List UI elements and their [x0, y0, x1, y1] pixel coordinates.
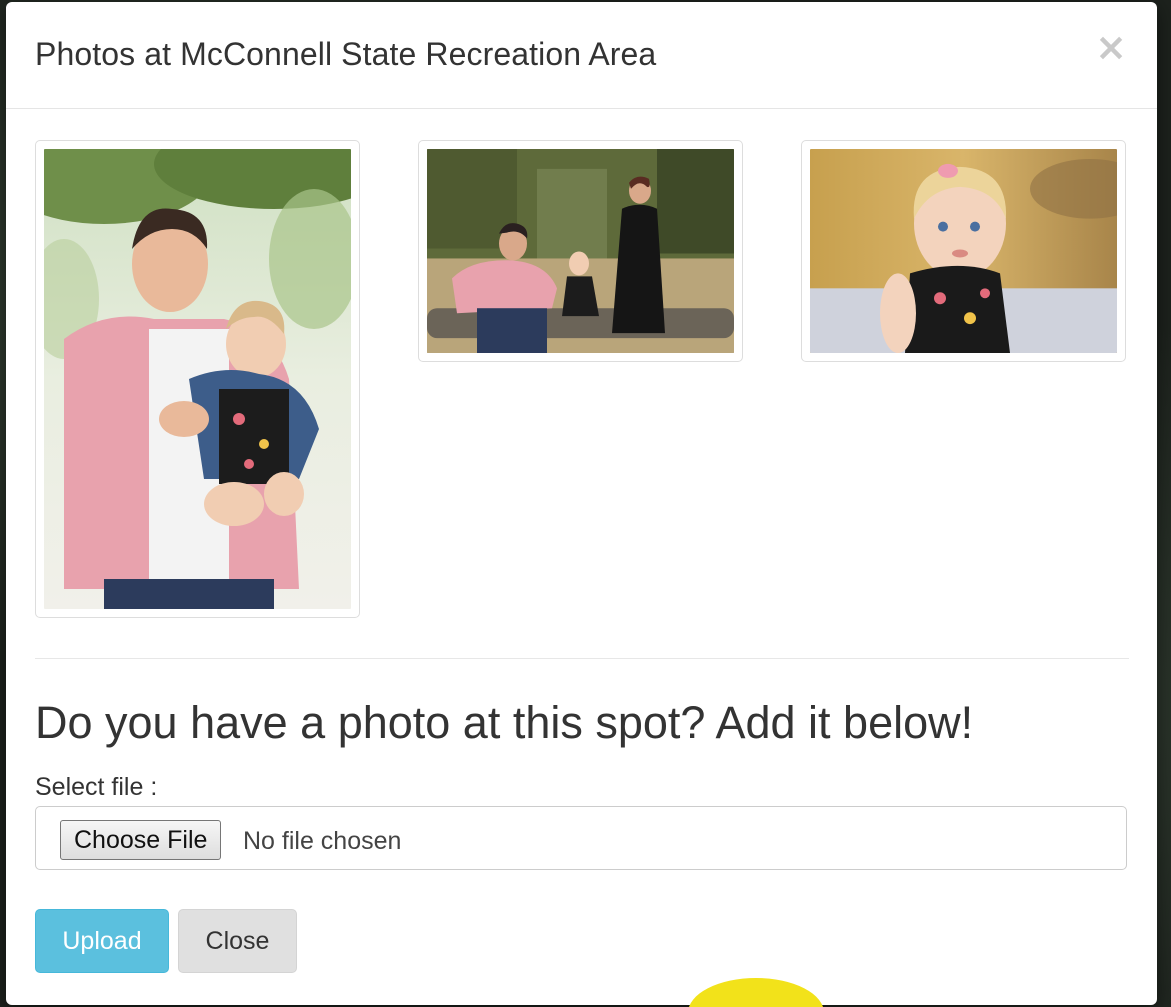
photo-image [810, 149, 1117, 353]
photos-modal: Photos at McConnell State Recreation Are… [6, 2, 1157, 1005]
close-button[interactable]: Close [178, 909, 297, 973]
section-divider [35, 658, 1129, 659]
select-file-label: Select file : [35, 773, 158, 801]
file-status-text: No file chosen [243, 827, 402, 855]
choose-file-button[interactable]: Choose File [60, 820, 222, 860]
photo-gallery [6, 109, 1157, 629]
upload-heading: Do you have a photo at this spot? Add it… [35, 697, 974, 748]
photo-image [427, 149, 734, 353]
modal-header: Photos at McConnell State Recreation Are… [6, 2, 1157, 109]
photo-image [44, 149, 351, 609]
close-icon[interactable]: × [1095, 28, 1127, 66]
photo-thumbnail[interactable] [418, 140, 743, 362]
upload-button[interactable]: Upload [35, 909, 169, 973]
photo-thumbnail[interactable] [801, 140, 1126, 362]
file-input-field[interactable]: Choose File No file chosen [35, 806, 1127, 870]
modal-title: Photos at McConnell State Recreation Are… [35, 36, 657, 72]
photo-thumbnail[interactable] [35, 140, 360, 618]
